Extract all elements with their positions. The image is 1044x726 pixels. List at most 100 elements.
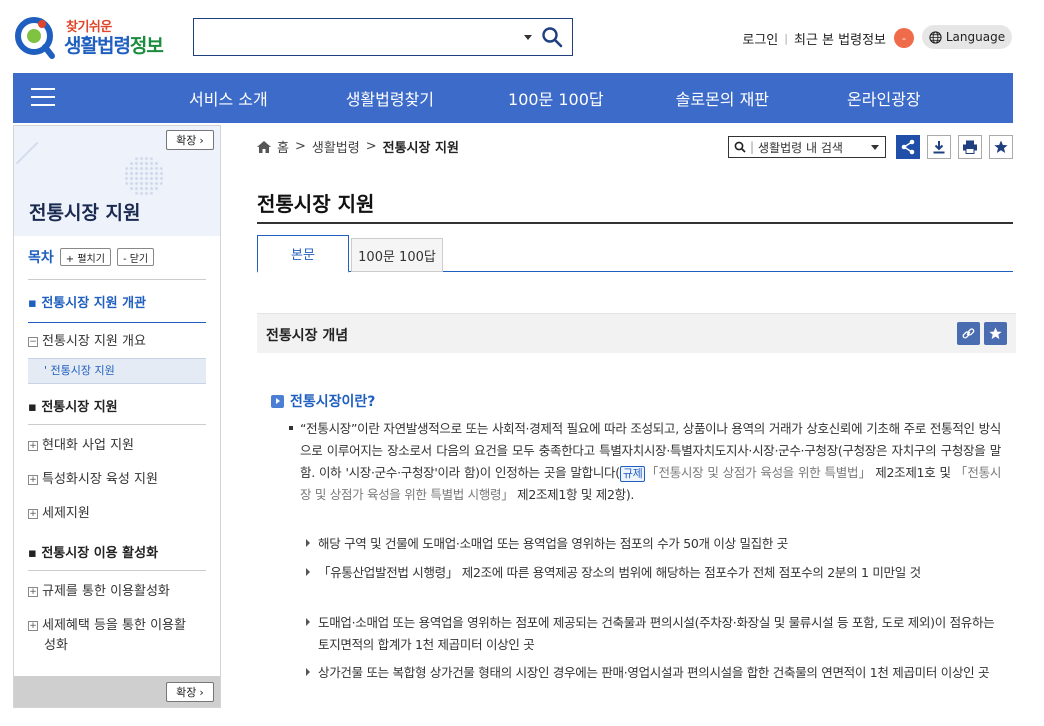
toc-section-regulation[interactable]: + 규제를 통한 이용활성화 — [28, 580, 170, 599]
site-logo[interactable]: 찾기쉬운 생활법령정보 — [12, 12, 172, 62]
nav-online-plaza[interactable]: 온라인광장 — [847, 86, 921, 110]
section-header: 전통시장 개념 — [257, 313, 1016, 353]
toc-section-modernization[interactable]: + 현대화 사업 지원 — [28, 434, 134, 453]
breadcrumb: 홈 > 생활법령 > 전통시장 지원 — [257, 137, 459, 156]
play-icon — [271, 394, 284, 408]
main-nav: 서비스 소개 생활법령찾기 100문 100답 솔로몬의 재판 온라인광장 — [13, 73, 1013, 123]
breadcrumb-home[interactable]: 홈 — [277, 137, 289, 156]
expand-icon: + — [28, 509, 38, 519]
main-search — [193, 18, 573, 56]
toc-section-specialized[interactable]: + 특성화시장 육성 지원 — [28, 468, 158, 487]
toc-chapter-label: 전통시장 이용 활성화 — [41, 546, 159, 561]
chevron-right-icon: › — [199, 133, 204, 147]
question-heading: 전통시장이란? — [271, 391, 375, 411]
logo-title-accent: 정보 — [129, 35, 164, 57]
requirement-item: 도매업·소매업 또는 용역업을 영위하는 점포에 제공되는 건축물과 편의시설(… — [306, 612, 1006, 656]
expand-sidebar-button-top[interactable]: 확장 › — [166, 130, 214, 150]
inner-search-select[interactable]: | 생활법령 내 검색 — [728, 136, 886, 158]
inner-search-separator: | — [750, 140, 755, 154]
home-icon[interactable] — [257, 140, 271, 153]
toc-section-label: 현대화 사업 지원 — [42, 438, 134, 453]
question-text: 전통시장이란? — [290, 394, 376, 410]
search-input[interactable] — [200, 25, 510, 49]
globe-icon — [929, 30, 942, 44]
requirement-text: 도매업·소매업 또는 용역업을 영위하는 점포에 제공되는 건축물과 편의시설(… — [318, 615, 995, 652]
share-button[interactable] — [896, 135, 920, 159]
search-dropdown-icon[interactable] — [524, 35, 532, 40]
print-icon — [963, 140, 977, 154]
toc-chapter-activation[interactable]: ▪ 전통시장 이용 활성화 — [28, 542, 158, 561]
nav-law-search[interactable]: 생활법령찾기 — [346, 86, 434, 110]
star-icon — [994, 140, 1008, 153]
toc-divider — [28, 424, 206, 425]
toc-controls: 목차 + 펼치기 - 닫기 — [28, 247, 155, 267]
login-link[interactable]: 로그인 — [742, 29, 778, 48]
toc-section-label: 특성화시장 육성 지원 — [42, 472, 158, 487]
expand-icon: + — [28, 587, 38, 597]
sidebar-title: 전통시장 지원 — [29, 202, 141, 224]
toc-subsection-label: 전통시장 지원 — [50, 364, 115, 377]
regulation-tag[interactable]: 규제 — [619, 466, 646, 482]
print-button[interactable] — [958, 135, 982, 159]
nav-service-intro[interactable]: 서비스 소개 — [189, 86, 268, 110]
arrow-right-icon — [306, 539, 310, 547]
toc-chapter-support[interactable]: ▪ 전통시장 지원 — [28, 396, 118, 415]
law-link-special-act[interactable]: 「전통시장 및 상점가 육성을 위한 특별법」 — [645, 465, 871, 480]
recent-count-badge[interactable]: - — [894, 28, 914, 48]
requirement-item: 「유통산업발전법 시행령」 제2조에 따른 용역제공 장소의 범위에 해당하는 … — [306, 562, 1006, 584]
toc-chapter-label: 전통시장 지원 개관 — [41, 296, 147, 311]
search-icon[interactable] — [540, 25, 564, 49]
arrow-right-icon — [306, 618, 310, 626]
menu-icon[interactable] — [31, 88, 55, 108]
chevron-down-icon — [871, 145, 879, 150]
section-bookmark-button[interactable] — [984, 322, 1007, 345]
toc-section-tax-benefit[interactable]: + 세제혜택 등을 통한 이용활 — [28, 614, 186, 633]
share-icon — [901, 139, 915, 155]
toc-section-tax[interactable]: + 세제지원 — [28, 502, 90, 521]
toc-section-label: 전통시장 지원 개요 — [42, 334, 146, 349]
requirement-item: 상가건물 또는 복합형 상가건물 형태의 시장인 경우에는 판매·영업시설과 편… — [306, 662, 1006, 684]
bookmark-button[interactable] — [989, 135, 1013, 159]
recent-laws-link[interactable]: 최근 본 법령정보 — [794, 29, 886, 48]
utility-links: 로그인 | 최근 본 법령정보 - — [742, 28, 914, 48]
download-button[interactable] — [927, 135, 951, 159]
toc-label: 목차 — [28, 250, 54, 266]
arrow-right-icon — [306, 668, 310, 676]
language-button[interactable]: Language — [922, 25, 1012, 49]
expand-icon: + — [28, 441, 38, 451]
body-text-part2: 제2조제1호 및 — [871, 465, 955, 480]
breadcrumb-sep: > — [365, 139, 377, 154]
requirement-text: 「유통산업발전법 시행령」 제2조에 따른 용역제공 장소의 범위에 해당하는 … — [318, 565, 921, 580]
breadcrumb-current: 전통시장 지원 — [382, 141, 459, 156]
content-tabs: 본문 100문 100답 — [257, 235, 1013, 273]
tab-body[interactable]: 본문 — [257, 235, 349, 273]
decoration-stripe — [15, 141, 59, 185]
collapse-icon: − — [28, 337, 38, 347]
nav-solomon-trial[interactable]: 솔로몬의 재판 — [676, 86, 769, 110]
expand-sidebar-button-bottom[interactable]: 확장 › — [166, 682, 214, 702]
breadcrumb-level1[interactable]: 생활법령 — [312, 137, 360, 156]
logo-mark-icon — [15, 17, 55, 59]
toc-chapter-overview[interactable]: ▪ 전통시장 지원 개관 — [28, 292, 146, 311]
toc-section-label: 규제를 통한 이용활성화 — [42, 584, 170, 599]
toc-active-divider — [28, 322, 206, 323]
requirement-text: 해당 구역 및 건물에 도매업·소매업 또는 용역업을 영위하는 점포의 수가 … — [318, 536, 788, 551]
toc-section-label-cont[interactable]: 성화 — [44, 634, 68, 653]
page-title: 전통시장 지원 — [257, 192, 375, 216]
toc-section-overview[interactable]: − 전통시장 지원 개요 — [28, 330, 146, 349]
section-link-button[interactable] — [957, 322, 980, 345]
breadcrumb-sep: > — [294, 139, 306, 154]
section-title: 전통시장 개념 — [266, 328, 349, 344]
expand-all-button[interactable]: + 펼치기 — [59, 248, 111, 266]
requirement-item: 해당 구역 및 건물에 도매업·소매업 또는 용역업을 영위하는 점포의 수가 … — [306, 533, 1006, 555]
logo-title: 생활법령정보 — [64, 31, 164, 58]
toc-section-label: 세제혜택 등을 통한 이용활 — [42, 618, 186, 633]
nav-100qa[interactable]: 100문 100답 — [508, 86, 604, 110]
collapse-all-button[interactable]: - 닫기 — [116, 248, 155, 266]
logo-title-main: 생활법령 — [64, 35, 131, 57]
toc-subsection-active[interactable]: ' 전통시장 지원 — [28, 358, 206, 384]
expand-icon: + — [28, 621, 38, 631]
arrow-right-icon — [306, 568, 310, 576]
tab-100qa[interactable]: 100문 100답 — [351, 238, 443, 272]
search-icon — [734, 141, 746, 153]
